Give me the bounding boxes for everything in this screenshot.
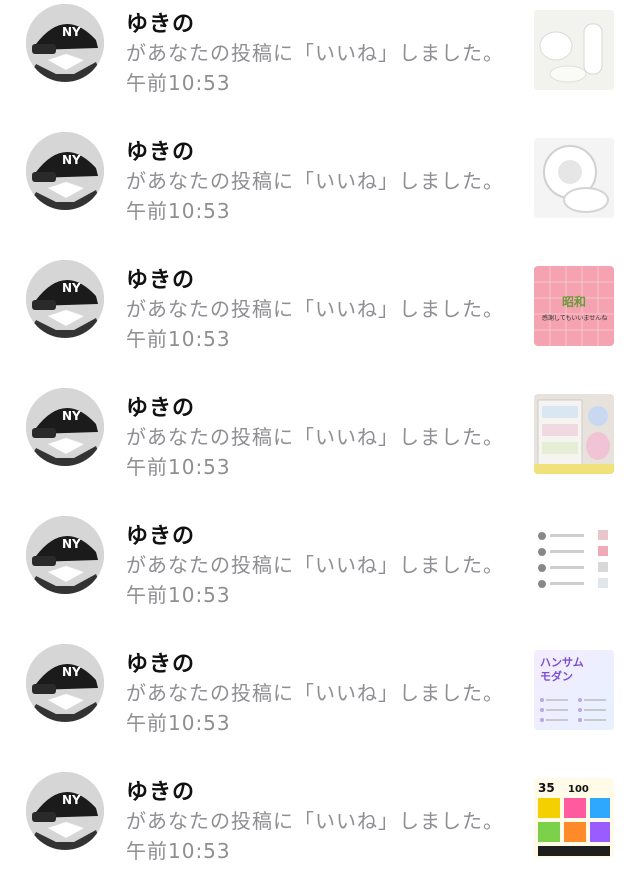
thumb-card-line1: ハンサム <box>540 656 584 669</box>
svg-text:NY: NY <box>62 25 81 39</box>
notification-row[interactable]: NY ゆきの があなたの投稿に「いいね」しました。 午前10:53 昭和 感謝し… <box>0 256 640 384</box>
user-avatar[interactable]: NY <box>26 644 104 722</box>
message-text: があなたの投稿に「いいね」しました。 <box>126 425 504 449</box>
post-thumbnail[interactable]: 昭和 感謝してもいいませんね <box>534 266 614 346</box>
user-avatar[interactable]: NY <box>26 260 104 338</box>
message-text: があなたの投稿に「いいね」しました。 <box>126 809 504 833</box>
svg-text:NY: NY <box>62 409 81 423</box>
svg-text:NY: NY <box>62 665 81 679</box>
timestamp: 午前10:53 <box>126 71 231 95</box>
user-name[interactable]: ゆきの <box>126 134 195 166</box>
message-text: があなたの投稿に「いいね」しました。 <box>126 681 504 705</box>
svg-text:NY: NY <box>62 537 81 551</box>
post-thumbnail[interactable] <box>534 10 614 90</box>
white-objects-photo-icon <box>534 10 614 90</box>
svg-text:NY: NY <box>62 793 81 807</box>
notification-message: があなたの投稿に「いいね」しました。 午前10:53 <box>126 422 506 482</box>
screenshot-list-photo-icon <box>534 522 614 602</box>
timestamp: 午前10:53 <box>126 199 231 223</box>
thumb-card-line2: モダン <box>540 669 573 683</box>
post-thumbnail[interactable] <box>534 138 614 218</box>
user-name[interactable]: ゆきの <box>126 646 195 678</box>
handsome-modern-card-icon: ハンサム モダン <box>534 650 614 730</box>
message-text: があなたの投稿に「いいね」しました。 <box>126 41 504 65</box>
timestamp: 午前10:53 <box>126 711 231 735</box>
user-avatar[interactable]: NY <box>26 772 104 850</box>
user-name[interactable]: ゆきの <box>126 6 195 38</box>
svg-text:NY: NY <box>62 153 81 167</box>
user-avatar[interactable]: NY <box>26 132 104 210</box>
notification-row[interactable]: NY ゆきの があなたの投稿に「いいね」しました。 午前10:53 <box>0 384 640 512</box>
colorful-collage-photo-icon: 35 100 <box>534 778 614 858</box>
notification-message: があなたの投稿に「いいね」しました。 午前10:53 <box>126 678 506 738</box>
notification-row[interactable]: NY ゆきの があなたの投稿に「いいね」しました。 午前10:53 35 100 <box>0 768 640 896</box>
timestamp: 午前10:53 <box>126 583 231 607</box>
user-name[interactable]: ゆきの <box>126 518 195 550</box>
storage-shelf-photo-icon <box>534 394 614 474</box>
notification-message: があなたの投稿に「いいね」しました。 午前10:53 <box>126 294 506 354</box>
post-thumbnail[interactable]: 35 100 <box>534 778 614 858</box>
timestamp: 午前10:53 <box>126 455 231 479</box>
notification-message: があなたの投稿に「いいね」しました。 午前10:53 <box>126 166 506 226</box>
timestamp: 午前10:53 <box>126 327 231 351</box>
post-thumbnail[interactable]: ハンサム モダン <box>534 650 614 730</box>
pink-grid-photo-icon: 昭和 感謝してもいいませんね <box>534 266 614 346</box>
user-name[interactable]: ゆきの <box>126 774 195 806</box>
notification-message: があなたの投稿に「いいね」しました。 午前10:53 <box>126 550 506 610</box>
post-thumbnail[interactable] <box>534 394 614 474</box>
notification-row[interactable]: NY ゆきの があなたの投稿に「いいね」しました。 午前10:53 ハンサム モ… <box>0 640 640 768</box>
thumb-title-text: 昭和 <box>562 294 586 309</box>
svg-text:NY: NY <box>62 281 81 295</box>
notification-row[interactable]: NY ゆきの があなたの投稿に「いいね」しました。 午前10:53 <box>0 0 640 128</box>
message-text: があなたの投稿に「いいね」しました。 <box>126 553 504 577</box>
user-name[interactable]: ゆきの <box>126 262 195 294</box>
message-text: があなたの投稿に「いいね」しました。 <box>126 169 504 193</box>
thumb-collage-number-b: 100 <box>568 784 589 795</box>
user-avatar[interactable]: NY <box>26 516 104 594</box>
user-avatar[interactable]: NY <box>26 4 104 82</box>
thumb-subtitle-text: 感謝してもいいませんね <box>542 314 607 322</box>
user-avatar[interactable]: NY <box>26 388 104 466</box>
user-name[interactable]: ゆきの <box>126 390 195 422</box>
white-shapes-photo-icon <box>534 138 614 218</box>
notification-row[interactable]: NY ゆきの があなたの投稿に「いいね」しました。 午前10:53 <box>0 128 640 256</box>
notification-row[interactable]: NY ゆきの があなたの投稿に「いいね」しました。 午前10:53 <box>0 512 640 640</box>
timestamp: 午前10:53 <box>126 839 231 863</box>
post-thumbnail[interactable] <box>534 522 614 602</box>
thumb-collage-number-a: 35 <box>538 781 555 795</box>
notification-list: NY ゆきの があなたの投稿に「いいね」しました。 午前10:53 NY ゆきの… <box>0 0 640 896</box>
notification-message: があなたの投稿に「いいね」しました。 午前10:53 <box>126 38 506 98</box>
notification-message: があなたの投稿に「いいね」しました。 午前10:53 <box>126 806 506 866</box>
message-text: があなたの投稿に「いいね」しました。 <box>126 297 504 321</box>
